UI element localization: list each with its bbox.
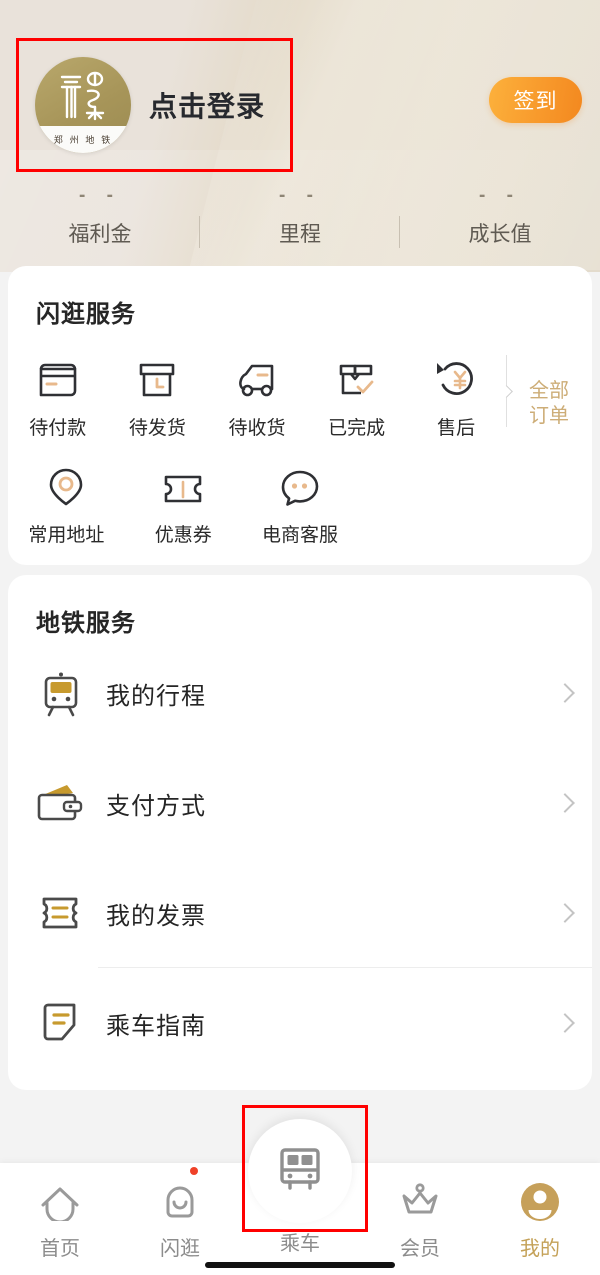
- profile-header: 郑 州 地 铁 点击登录 签到 - - 福利金 - - 里程 - - 成长值: [0, 0, 600, 272]
- metro-item-label: 我的发票: [106, 902, 206, 930]
- zhengzhou-metro-logo-icon: [35, 69, 131, 128]
- order-status-label: 售后: [437, 418, 476, 439]
- shop-tool-coupon[interactable]: 优惠券: [125, 462, 242, 565]
- tab-label: 乘车: [280, 1232, 320, 1255]
- order-status-completed[interactable]: 已完成: [307, 355, 407, 458]
- stat-label: 里程: [279, 223, 321, 246]
- tab-mine[interactable]: 我的: [480, 1163, 600, 1275]
- home-icon: [38, 1178, 82, 1226]
- package-box-icon: [135, 355, 179, 401]
- order-status-pending-payment[interactable]: 待付款: [8, 355, 108, 458]
- order-status-aftersale[interactable]: 售后: [406, 355, 506, 458]
- shop-tools-spacer-2: [475, 462, 592, 565]
- stat-item-growth[interactable]: - - 成长值: [400, 186, 600, 248]
- metro-service-list: 我的行程 支付方式 我的发票 乘车指南: [8, 638, 592, 1090]
- tab-label: 会员: [400, 1237, 440, 1260]
- metro-item-label: 乘车指南: [106, 1012, 206, 1040]
- order-status-pending-shipment[interactable]: 待发货: [108, 355, 208, 458]
- metro-item-ride-guide[interactable]: 乘车指南: [8, 968, 592, 1078]
- order-status-label: 待收货: [228, 418, 286, 439]
- user-avatar-icon: [518, 1178, 562, 1226]
- stat-value: - -: [479, 185, 521, 206]
- coupon-ticket-icon: [160, 462, 206, 508]
- wallet-icon: [34, 776, 88, 830]
- avatar-brand-text: 郑 州 地 铁: [53, 136, 113, 146]
- metro-item-label: 支付方式: [106, 792, 206, 820]
- invoice-ticket-icon: [34, 886, 88, 940]
- metro-train-icon: [280, 1148, 320, 1190]
- all-orders-line-2: 订单: [529, 404, 569, 427]
- signin-button[interactable]: 签到: [489, 77, 582, 123]
- credit-card-icon: [36, 355, 80, 401]
- tab-home[interactable]: 首页: [0, 1163, 120, 1275]
- train-icon: [34, 666, 88, 720]
- shop-tool-label: 优惠券: [154, 525, 212, 546]
- stat-item-welfare[interactable]: - - 福利金: [0, 186, 200, 248]
- order-status-row: 待付款 待发货 待收货 已完成 售后 全部 订单: [8, 329, 592, 458]
- order-status-grid: 待付款 待发货 待收货 已完成 售后: [8, 329, 506, 458]
- tab-label: 我的: [520, 1237, 560, 1260]
- all-orders-line-1: 全部: [529, 379, 569, 402]
- stat-label: 福利金: [68, 223, 132, 246]
- home-indicator: [205, 1262, 395, 1268]
- chat-bubble-icon: [279, 462, 321, 508]
- order-status-label: 已完成: [328, 418, 386, 439]
- order-status-label: 待发货: [128, 418, 186, 439]
- all-orders-button[interactable]: 全部 订单: [500, 329, 592, 458]
- metro-service-title: 地铁服务: [36, 610, 136, 637]
- stat-value: - -: [79, 185, 121, 206]
- guide-document-icon: [34, 996, 88, 1050]
- tab-shop[interactable]: 闪逛: [120, 1163, 240, 1275]
- shop-service-title: 闪逛服务: [36, 301, 136, 328]
- metro-item-my-trips[interactable]: 我的行程: [8, 638, 592, 748]
- shop-tool-address[interactable]: 常用地址: [8, 462, 125, 565]
- login-prompt-text[interactable]: 点击登录: [149, 85, 265, 125]
- chevron-right-icon: [555, 793, 575, 813]
- shop-tool-label: 电商客服: [261, 525, 338, 546]
- stat-label: 成长值: [468, 223, 532, 246]
- avatar-brand-band: 郑 州 地 铁: [35, 126, 131, 153]
- chevron-right-icon: [555, 903, 575, 923]
- bottom-tab-bar: 首页 闪逛 乘车 会员 我的: [0, 1105, 600, 1275]
- refund-yuan-icon: [433, 355, 479, 401]
- tab-label: 首页: [40, 1237, 80, 1260]
- shop-service-card: 闪逛服务 待付款 待发货 待收货 已完成 售后 全部 订单 常用地址 优惠券 电…: [8, 266, 592, 565]
- shopping-bag-icon: [160, 1178, 200, 1226]
- stats-row: - - 福利金 - - 里程 - - 成长值: [0, 186, 600, 248]
- delivery-truck-icon: [234, 355, 280, 401]
- tab-member[interactable]: 会员: [360, 1163, 480, 1275]
- avatar[interactable]: 郑 州 地 铁: [35, 57, 131, 153]
- tab-ride-bubble[interactable]: [248, 1119, 352, 1223]
- location-pin-icon: [46, 462, 86, 508]
- shop-tool-label: 常用地址: [28, 525, 105, 546]
- stat-item-mileage[interactable]: - - 里程: [200, 186, 400, 248]
- metro-item-label: 我的行程: [106, 682, 206, 710]
- chevron-right-icon: [555, 1013, 575, 1033]
- stat-value: - -: [279, 185, 321, 206]
- shop-tools-grid: 常用地址 优惠券 电商客服: [8, 458, 592, 565]
- metro-service-card: 地铁服务 我的行程 支付方式 我的发票 乘车指南: [8, 575, 592, 1090]
- shop-tools-spacer-1: [358, 462, 475, 565]
- shop-tool-customer-service[interactable]: 电商客服: [242, 462, 359, 565]
- open-box-check-icon: [334, 355, 380, 401]
- metro-item-payment-method[interactable]: 支付方式: [8, 748, 592, 858]
- chevron-right-icon: [555, 683, 575, 703]
- order-status-pending-receipt[interactable]: 待收货: [207, 355, 307, 458]
- crown-icon: [397, 1178, 443, 1226]
- metro-item-my-invoice[interactable]: 我的发票: [8, 858, 592, 968]
- order-status-label: 待付款: [29, 418, 87, 439]
- login-area-highlighted[interactable]: 郑 州 地 铁 点击登录: [16, 38, 293, 172]
- tab-ride[interactable]: 乘车: [240, 1105, 368, 1275]
- all-orders-label: 全部 订单: [529, 379, 569, 429]
- tab-label: 闪逛: [160, 1237, 200, 1260]
- notification-dot-badge: [190, 1167, 198, 1175]
